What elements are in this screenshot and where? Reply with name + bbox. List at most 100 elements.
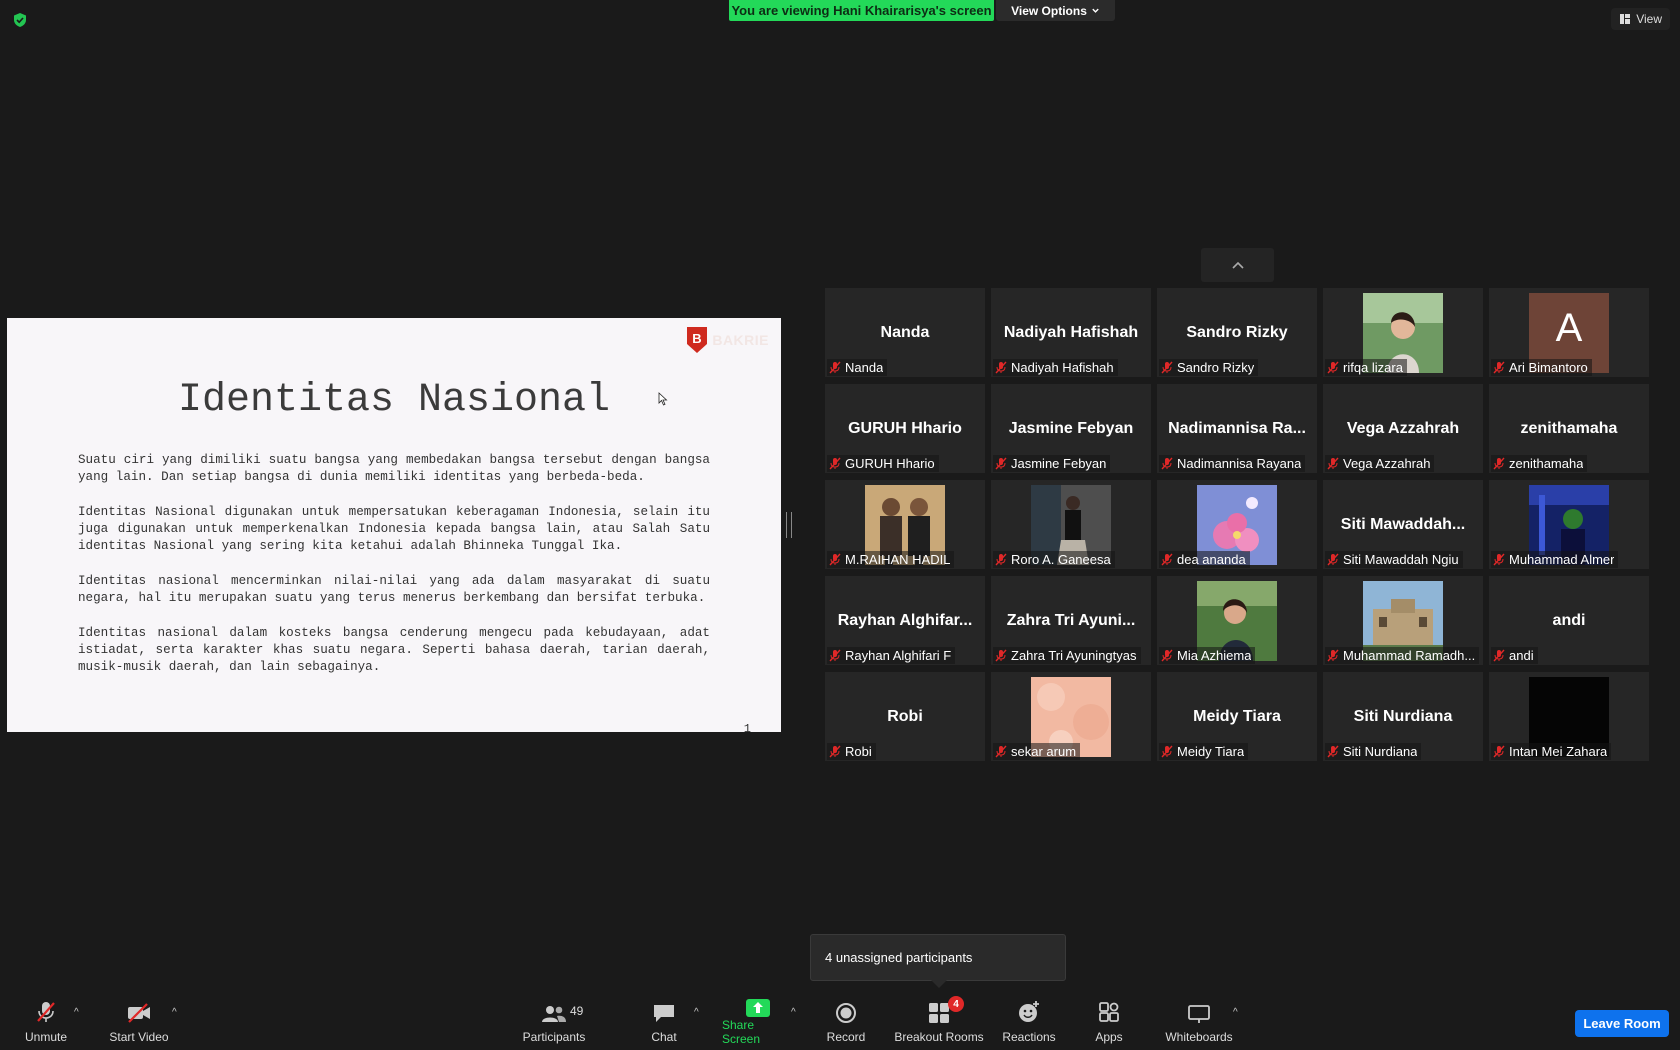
- participant-name: Nadimannisa Rayana: [1177, 456, 1302, 471]
- participant-name-label: Rayhan Alghifari F: [827, 647, 956, 664]
- microphone-muted-icon: [1493, 649, 1505, 662]
- participant-name-label: Jasmine Febyan: [993, 455, 1111, 472]
- participant-avatar-letter: A: [1555, 306, 1583, 350]
- participant-tile[interactable]: A Ari Bimantoro: [1489, 288, 1649, 377]
- participant-display-name: GURUH Hhario: [848, 420, 962, 437]
- participant-name: Siti Mawaddah Ngiu: [1343, 552, 1459, 567]
- audio-options-caret-icon[interactable]: ^: [74, 1007, 79, 1018]
- split-view-resize-handle[interactable]: [786, 512, 792, 538]
- participant-tile[interactable]: Siti Mawaddah... Siti Mawaddah Ngiu: [1323, 480, 1483, 569]
- participant-name: Nanda: [845, 360, 884, 375]
- participant-name-label: GURUH Hhario: [827, 455, 939, 472]
- participant-tile[interactable]: Muhammad Almer: [1489, 480, 1649, 569]
- layout-grid-icon: [1620, 14, 1631, 24]
- reactions-smiley-icon: [1019, 1001, 1039, 1022]
- slide-page-number: 1: [743, 722, 751, 732]
- chat-bubble-icon: [654, 1005, 674, 1022]
- whiteboard-icon: [1188, 1005, 1210, 1023]
- participant-tile[interactable]: GURUH Hhario GURUH Hhario: [825, 384, 985, 473]
- participant-name-label: Nanda: [827, 359, 888, 376]
- participant-name: dea ananda: [1177, 552, 1246, 567]
- participant-name: Jasmine Febyan: [1011, 456, 1107, 471]
- bakrie-shield-logo-icon: B: [687, 327, 708, 353]
- participant-name: Meidy Tiara: [1177, 744, 1245, 759]
- viewing-banner-text: You are viewing Hani Khairarisya's scree…: [731, 3, 992, 18]
- slide-paragraph: Identitas nasional dalam kosteks bangsa …: [78, 626, 710, 674]
- participant-tile[interactable]: Intan Mei Zahara: [1489, 672, 1649, 761]
- reactions-button[interactable]: Reactions: [1002, 998, 1056, 1044]
- viewing-screen-banner: You are viewing Hani Khairarisya's scree…: [729, 0, 994, 21]
- whiteboards-button[interactable]: Whiteboards: [1164, 998, 1234, 1044]
- participant-display-name: Meidy Tiara: [1193, 708, 1281, 725]
- participant-tile[interactable]: Zahra Tri Ayuni... Zahra Tri Ayuningtyas: [991, 576, 1151, 665]
- participant-tile[interactable]: Jasmine Febyan Jasmine Febyan: [991, 384, 1151, 473]
- participant-tile[interactable]: zenithamaha zenithamaha: [1489, 384, 1649, 473]
- video-options-caret-icon[interactable]: ^: [172, 1007, 177, 1018]
- breakout-rooms-button[interactable]: 4 Breakout Rooms: [894, 996, 984, 1044]
- participant-tile[interactable]: Nadimannisa Ra... Nadimannisa Rayana: [1157, 384, 1317, 473]
- chat-options-caret-icon[interactable]: ^: [694, 1007, 699, 1018]
- leave-room-button[interactable]: Leave Room: [1575, 1010, 1669, 1037]
- participant-tile[interactable]: Robi Robi: [825, 672, 985, 761]
- microphone-muted-icon: [1161, 553, 1173, 566]
- unmute-button[interactable]: Unmute: [22, 998, 70, 1044]
- participant-tile[interactable]: andi andi: [1489, 576, 1649, 665]
- participant-name: andi: [1509, 648, 1534, 663]
- participant-tile[interactable]: M.RAIHAN HADIL: [825, 480, 985, 569]
- view-layout-button[interactable]: View: [1611, 8, 1670, 30]
- participant-name-label: Muhammad Almer: [1491, 551, 1619, 568]
- participant-tile[interactable]: Nadiyah Hafishah Nadiyah Hafishah: [991, 288, 1151, 377]
- participant-tile[interactable]: Roro A. Ganeesa: [991, 480, 1151, 569]
- participant-tile[interactable]: Nanda Nanda: [825, 288, 985, 377]
- view-options-button[interactable]: View Options: [996, 0, 1115, 21]
- participant-name-label: M.RAIHAN HADIL: [827, 551, 955, 568]
- participant-name-label: Nadiyah Hafishah: [993, 359, 1118, 376]
- shared-screen-slide[interactable]: B BAKRIE Identitas Nasional Suatu ciri y…: [7, 318, 781, 732]
- participant-tile[interactable]: Muhammad Ramadh...: [1323, 576, 1483, 665]
- participant-name-label: Siti Mawaddah Ngiu: [1325, 551, 1463, 568]
- start-video-button[interactable]: Start Video: [106, 998, 172, 1044]
- share-screen-icon: [746, 999, 770, 1017]
- whiteboards-options-caret-icon[interactable]: ^: [1233, 1007, 1238, 1018]
- microphone-muted-icon: [829, 745, 841, 758]
- collapse-gallery-button[interactable]: [1201, 248, 1274, 282]
- share-options-caret-icon[interactable]: ^: [791, 1007, 796, 1018]
- share-screen-button[interactable]: Share Screen: [722, 998, 794, 1046]
- participant-display-name: Siti Mawaddah...: [1340, 516, 1466, 533]
- mouse-cursor-icon: [658, 392, 668, 406]
- participant-display-name: Robi: [887, 708, 923, 725]
- participant-display-name: Rayhan Alghifar...: [837, 612, 973, 629]
- participant-display-name: Nanda: [880, 324, 930, 341]
- video-camera-off-icon: [128, 1003, 150, 1023]
- participant-name-label: Nadimannisa Rayana: [1159, 455, 1306, 472]
- participant-tile[interactable]: Siti Nurdiana Siti Nurdiana: [1323, 672, 1483, 761]
- participant-tile[interactable]: Sandro Rizky Sandro Rizky: [1157, 288, 1317, 377]
- participant-tile[interactable]: Mia Azhiema: [1157, 576, 1317, 665]
- participant-name: Siti Nurdiana: [1343, 744, 1418, 759]
- apps-button[interactable]: Apps: [1094, 998, 1124, 1044]
- microphone-muted-icon: [995, 649, 1007, 662]
- participant-name: Muhammad Almer: [1509, 552, 1615, 567]
- unassigned-participants-tooltip: 4 unassigned participants: [810, 934, 1066, 988]
- view-label: View: [1636, 12, 1662, 26]
- microphone-muted-icon: [995, 457, 1007, 470]
- participant-tile[interactable]: dea ananda: [1157, 480, 1317, 569]
- apps-icon: [1099, 1002, 1119, 1022]
- encryption-shield-icon[interactable]: [12, 12, 28, 28]
- record-button[interactable]: Record: [826, 998, 866, 1044]
- participant-name: zenithamaha: [1509, 456, 1584, 471]
- participant-display-name: Nadiyah Hafishah: [1003, 324, 1139, 341]
- whiteboards-label: Whiteboards: [1165, 1030, 1233, 1044]
- microphone-muted-icon: [1327, 745, 1339, 758]
- participant-tile[interactable]: sekar arum: [991, 672, 1151, 761]
- chat-button[interactable]: Chat: [648, 998, 680, 1044]
- participant-tile[interactable]: Rayhan Alghifar... Rayhan Alghifari F: [825, 576, 985, 665]
- participant-name: Robi: [845, 744, 872, 759]
- slide-body: Suatu ciri yang dimiliki suatu bangsa ya…: [78, 452, 710, 694]
- participant-tile[interactable]: rifqa lizara: [1323, 288, 1483, 377]
- participant-tile[interactable]: Vega Azzahrah Vega Azzahrah: [1323, 384, 1483, 473]
- participant-name: Zahra Tri Ayuningtyas: [1011, 648, 1137, 663]
- participant-tile[interactable]: Meidy Tiara Meidy Tiara: [1157, 672, 1317, 761]
- participant-display-name: Vega Azzahrah: [1346, 420, 1460, 437]
- participant-display-name: Jasmine Febyan: [1008, 420, 1134, 437]
